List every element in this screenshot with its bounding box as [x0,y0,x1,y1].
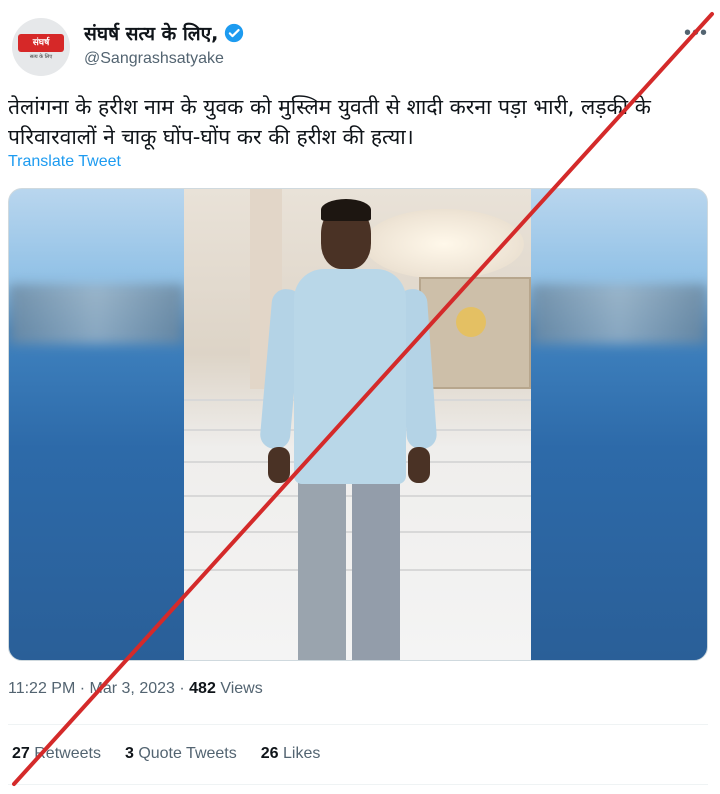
divider [8,784,708,785]
tweet-text-line-2: परिवारवालों ने चाकू घोंप-घोंप कर की हरीश… [8,125,414,149]
retweets-count: 27 [12,745,30,762]
avatar[interactable]: संघर्ष सत्य के लिए [12,18,70,76]
quote-tweets-stat[interactable]: 3 Quote Tweets [125,745,237,763]
translate-tweet-link[interactable]: Translate Tweet [8,153,121,171]
avatar-logo: संघर्ष [18,34,64,52]
likes-count: 26 [260,745,279,762]
verified-badge-icon [225,23,244,43]
tweet-header: संघर्ष सत्य के लिए संघर्ष सत्य के लिए, @… [8,12,712,76]
photo-ceiling-light [364,209,524,279]
retweets-label: Retweets [34,745,101,762]
tweet-time[interactable]: 11:22 PM [8,680,75,697]
more-icon[interactable]: ••• [684,22,708,45]
quote-tweets-label: Quote Tweets [138,745,237,762]
blurred-background-left [9,284,184,344]
person-leg-left [298,479,346,660]
tweet-date[interactable]: Mar 3, 2023 [90,680,175,697]
tweet-text: तेलांगना के हरीश नाम के युवक को मुस्लिम … [8,92,708,152]
person-hand-left [268,447,290,483]
person-leg-right [352,479,400,660]
tweet-photo[interactable] [184,189,531,660]
quote-tweets-count: 3 [124,745,134,762]
tweet-stats: 27 Retweets 3 Quote Tweets 26 Likes [12,745,320,763]
views-count: 482 [189,680,216,697]
handle[interactable]: @Sangrashsatyake [84,50,224,68]
likes-stat[interactable]: 26 Likes [261,745,321,763]
tweet-meta: 11:22 PM · Mar 3, 2023 · 482 Views [8,680,263,698]
views-label: Views [220,680,263,697]
retweets-stat[interactable]: 27 Retweets [12,745,101,763]
name-row: संघर्ष सत्य के लिए, [84,20,244,46]
meta-separator: · [179,680,185,697]
tweet-text-line-1: तेलांगना के हरीश नाम के युवक को मुस्लिम … [8,95,651,119]
likes-label: Likes [283,745,321,762]
photo-flower-vase [456,307,486,337]
blurred-background-right [531,284,707,344]
tweet-media[interactable] [8,188,708,661]
avatar-logo-subtext: सत्य के लिए [29,54,53,60]
meta-separator: · [79,680,86,697]
person-hair [321,199,371,221]
divider [8,724,708,725]
person-shirt [294,269,406,484]
display-name[interactable]: संघर्ष सत्य के लिए, [84,20,218,46]
person-hand-right [408,447,430,483]
